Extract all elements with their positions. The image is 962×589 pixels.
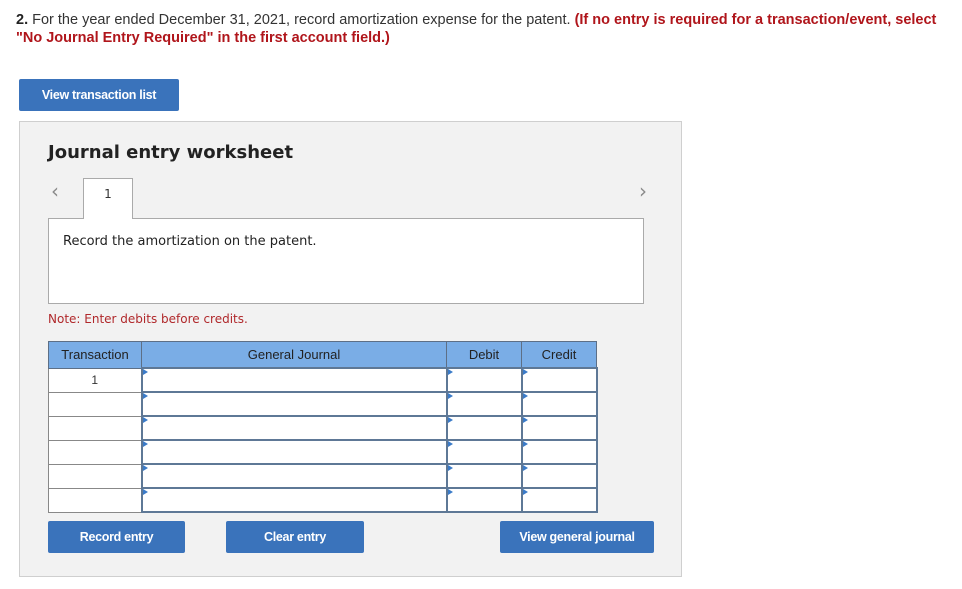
credit-input[interactable] bbox=[520, 415, 598, 441]
chevron-right-icon[interactable]: › bbox=[639, 179, 647, 203]
journal-entry-worksheet: Journal entry worksheet ‹ › 1 Record the… bbox=[19, 121, 682, 577]
credit-input[interactable] bbox=[520, 487, 598, 513]
chevron-left-icon[interactable]: ‹ bbox=[51, 179, 59, 203]
view-general-journal-button[interactable]: View general journal bbox=[500, 521, 654, 553]
transaction-description: Record the amortization on the patent. bbox=[48, 218, 644, 304]
description-text: Record the amortization on the patent. bbox=[63, 234, 317, 249]
record-entry-button[interactable]: Record entry bbox=[48, 521, 185, 553]
credit-input[interactable] bbox=[520, 367, 598, 393]
worksheet-title: Journal entry worksheet bbox=[48, 142, 294, 163]
transaction-cell bbox=[48, 391, 142, 417]
debit-input[interactable] bbox=[445, 487, 523, 513]
journal-table: Transaction General Journal Debit Credit… bbox=[48, 341, 598, 513]
account-input[interactable] bbox=[140, 439, 448, 465]
header-debit: Debit bbox=[446, 341, 522, 369]
table-row bbox=[48, 439, 598, 465]
account-input[interactable] bbox=[140, 415, 448, 441]
view-transaction-list-button[interactable]: View transaction list bbox=[19, 79, 179, 111]
question-number: 2. bbox=[16, 12, 29, 28]
debit-input[interactable] bbox=[445, 463, 523, 489]
clear-entry-button[interactable]: Clear entry bbox=[226, 521, 364, 553]
account-input[interactable] bbox=[140, 463, 448, 489]
table-row bbox=[48, 391, 598, 417]
header-transaction: Transaction bbox=[48, 341, 142, 369]
table-row: 1 bbox=[48, 367, 598, 393]
table-row bbox=[48, 487, 598, 513]
transaction-cell: 1 bbox=[48, 367, 142, 393]
credit-input[interactable] bbox=[520, 463, 598, 489]
debit-input[interactable] bbox=[445, 391, 523, 417]
table-row bbox=[48, 463, 598, 489]
credit-input[interactable] bbox=[520, 391, 598, 417]
debit-input[interactable] bbox=[445, 415, 523, 441]
account-input[interactable] bbox=[140, 367, 448, 393]
debit-input[interactable] bbox=[445, 367, 523, 393]
tab-transaction-1[interactable]: 1 bbox=[83, 178, 133, 219]
transaction-cell bbox=[48, 487, 142, 513]
question-text: 2. For the year ended December 31, 2021,… bbox=[16, 11, 960, 47]
table-row bbox=[48, 415, 598, 441]
transaction-cell bbox=[48, 463, 142, 489]
note-text: Note: Enter debits before credits. bbox=[48, 312, 248, 326]
transaction-cell bbox=[48, 439, 142, 465]
account-input[interactable] bbox=[140, 391, 448, 417]
question-body: For the year ended December 31, 2021, re… bbox=[28, 12, 575, 28]
debit-input[interactable] bbox=[445, 439, 523, 465]
transaction-cell bbox=[48, 415, 142, 441]
credit-input[interactable] bbox=[520, 439, 598, 465]
header-general-journal: General Journal bbox=[141, 341, 447, 369]
account-input[interactable] bbox=[140, 487, 448, 513]
header-credit: Credit bbox=[521, 341, 597, 369]
